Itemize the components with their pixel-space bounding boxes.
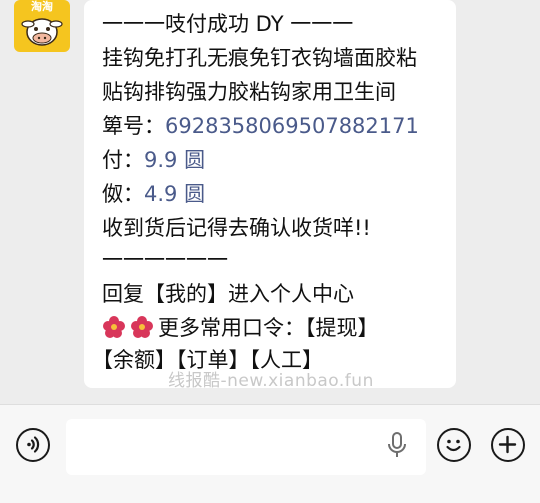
avatar[interactable]: 淘淘 xyxy=(14,0,70,52)
reply-hint: 回复【我的】进入个人中心 xyxy=(102,282,354,306)
more-commands-row: 更多常用口令：【提现】 xyxy=(102,314,379,342)
cow-logo-icon xyxy=(21,18,63,46)
order-number-value[interactable]: 6928358069507882171 xyxy=(165,114,419,138)
emoji-button[interactable] xyxy=(437,428,471,462)
voice-toggle-button[interactable] xyxy=(16,428,50,462)
divider-line: 一一一一一一 xyxy=(102,248,228,272)
message-input[interactable] xyxy=(66,419,426,475)
more-commands-text: 更多常用口令：【提现】 xyxy=(158,316,379,340)
refund-label: 伮： xyxy=(102,182,144,206)
microphone-icon[interactable] xyxy=(386,431,408,459)
input-bar xyxy=(0,404,540,503)
reminder-text: 收到货后记得去确认收货咩!! xyxy=(102,216,371,240)
voice-icon xyxy=(27,436,40,453)
emoji-icon xyxy=(446,439,461,452)
order-number-row: 箄号：6928358069507882171 xyxy=(102,112,419,140)
message-title-line: 一一一吱付成功 DY 一一一 xyxy=(102,12,354,36)
paid-row: 付：9.9 圆 xyxy=(102,146,205,174)
order-number-label: 箄号： xyxy=(102,114,165,138)
refund-value: 4.9 圆 xyxy=(144,182,206,206)
hibiscus-icon xyxy=(131,316,153,338)
plus-icon xyxy=(498,435,517,454)
paid-value: 9.9 圆 xyxy=(144,148,206,172)
hibiscus-icon xyxy=(103,316,125,338)
more-actions-button[interactable] xyxy=(491,428,525,462)
product-name-line-1: 挂钩免打孔无痕免钉衣钩墙面胶粘 xyxy=(102,46,417,70)
paid-label: 付： xyxy=(102,148,144,172)
refund-row: 伮：4.9 圆 xyxy=(102,180,205,208)
chat-area: 淘淘 一一一吱付成功 DY 一一一 挂钩免打孔无痕免钉衣钩墙面胶粘 贴钩排钩强力… xyxy=(0,0,540,404)
watermark: 线报酷-new.xianbao.fun xyxy=(168,371,374,391)
product-name-line-2: 贴钩排钩强力胶粘钩家用卫生间 xyxy=(102,80,396,104)
